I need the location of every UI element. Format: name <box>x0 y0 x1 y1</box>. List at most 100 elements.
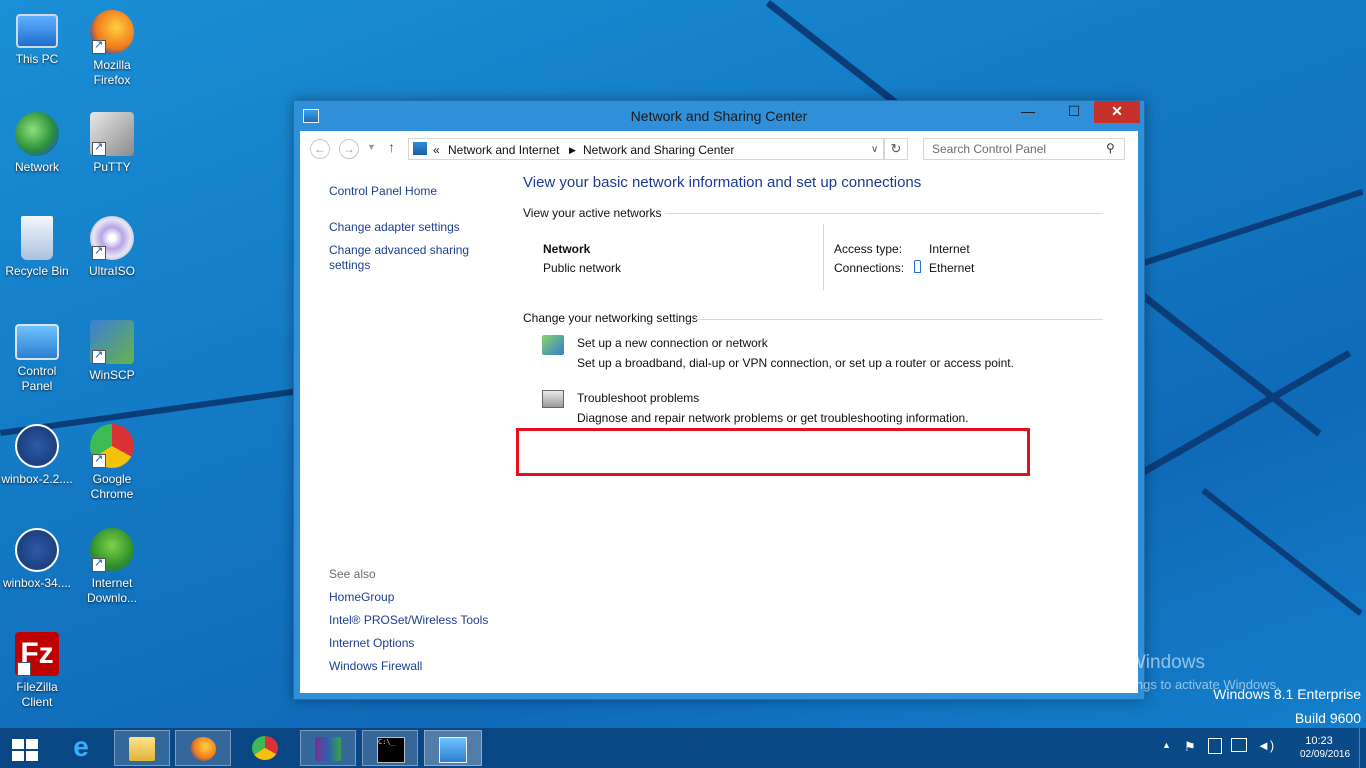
desktop-icon-chrome[interactable]: Google Chrome <box>76 424 148 502</box>
network-globe-icon <box>15 112 59 156</box>
new-connection-icon <box>542 335 564 355</box>
ethernet-link[interactable]: Ethernet <box>929 261 974 275</box>
shortcut-arrow-icon <box>92 452 106 468</box>
desktop-icon-internet-download-manager[interactable]: Internet Downlo... <box>76 528 148 606</box>
desktop-icon-winbox-2[interactable]: winbox-34.... <box>1 528 73 591</box>
window-titlebar[interactable]: Network and Sharing Center — ☐ ✕ <box>294 101 1144 131</box>
troubleshoot-problems-link[interactable]: Troubleshoot problems <box>577 391 699 405</box>
network-category: Public network <box>543 261 622 275</box>
minimize-button[interactable]: — <box>1014 101 1042 123</box>
desktop-icon-filezilla[interactable]: Fz FileZilla Client <box>1 632 73 710</box>
desktop-icon-label: winbox-34.... <box>2 576 72 590</box>
windows-logo-icon <box>12 739 38 761</box>
start-button[interactable] <box>0 730 50 766</box>
chrome-icon <box>252 736 278 760</box>
action-center-flag-icon[interactable]: ⚑ <box>1184 739 1196 755</box>
setup-new-connection-description: Set up a broadband, dial-up or VPN conne… <box>577 356 1014 370</box>
desktop-icon-label: Google Chrome <box>90 472 134 501</box>
volume-icon[interactable]: ◄) <box>1257 738 1274 753</box>
search-input[interactable] <box>923 138 1125 160</box>
troubleshoot-icon <box>542 390 564 408</box>
control-panel-icon <box>413 142 427 155</box>
network-sharing-window[interactable]: Network and Sharing Center — ☐ ✕ ← → ▼ ↑… <box>293 100 1145 700</box>
taskbar-winrar[interactable] <box>300 730 356 766</box>
command-prompt-icon: C:\_ <box>377 737 405 763</box>
homegroup-link[interactable]: HomeGroup <box>329 590 394 604</box>
taskbar-command-prompt[interactable]: C:\_ <box>362 730 418 766</box>
desktop-icon-firefox[interactable]: Mozilla Firefox <box>76 10 148 88</box>
internet-explorer-icon: e <box>73 731 89 762</box>
address-dropdown-chevron-icon[interactable]: ∨ <box>871 144 878 155</box>
desktop-icon-label: UltraISO <box>88 264 135 278</box>
taskbar-firefox[interactable] <box>175 730 231 766</box>
wallpaper-line <box>1143 188 1364 266</box>
show-desktop-button[interactable] <box>1359 728 1366 768</box>
desktop-icon-putty[interactable]: PuTTY <box>76 112 148 175</box>
internet-options-link[interactable]: Internet Options <box>329 636 414 650</box>
network-tray-icon[interactable] <box>1231 738 1247 752</box>
close-button[interactable]: ✕ <box>1094 101 1140 123</box>
taskbar-file-explorer[interactable] <box>114 730 170 766</box>
disc-icon <box>90 216 134 260</box>
taskbar-internet-explorer[interactable]: e <box>54 730 110 766</box>
taskbar-chrome[interactable] <box>238 730 294 766</box>
desktop-icon-label: Recycle Bin <box>5 264 69 278</box>
windows-build: Build 9600 <box>1294 710 1361 726</box>
back-button[interactable]: ← <box>310 139 330 159</box>
section-divider <box>665 213 1103 214</box>
control-panel-home-link[interactable]: Control Panel Home <box>329 184 437 198</box>
filezilla-icon: Fz <box>15 632 59 704</box>
forward-button[interactable]: → <box>339 139 359 159</box>
putty-icon <box>90 112 134 156</box>
ethernet-icon <box>914 260 921 273</box>
network-name: Network <box>543 242 591 256</box>
change-settings-heading: Change your networking settings <box>523 311 698 325</box>
desktop-icon-label: Internet Downlo... <box>86 576 138 605</box>
breadcrumb-separator-icon[interactable]: ▶ <box>569 145 576 156</box>
setup-new-connection-link[interactable]: Set up a new connection or network <box>577 336 768 350</box>
winscp-icon <box>90 320 134 364</box>
desktop-icon-this-pc[interactable]: This PC <box>1 10 73 67</box>
change-advanced-sharing-link-line2[interactable]: settings <box>329 258 370 272</box>
window-content: ← → ▼ ↑ « Network and Internet ▶ Network… <box>300 131 1138 693</box>
show-hidden-icons-chevron-icon[interactable]: ▲ <box>1162 740 1171 750</box>
search-icon[interactable]: ⚲ <box>1106 141 1115 155</box>
intel-proset-link[interactable]: Intel® PROSet/Wireless Tools <box>329 613 488 627</box>
change-advanced-sharing-link[interactable]: Change advanced sharing <box>329 243 469 257</box>
desktop-icon-recycle-bin[interactable]: Recycle Bin <box>1 216 73 279</box>
shortcut-arrow-icon <box>92 140 106 156</box>
desktop-icon-label: Network <box>14 160 59 174</box>
address-bar[interactable]: « Network and Internet ▶ Network and Sha… <box>408 138 884 160</box>
up-arrow-icon[interactable]: ↑ <box>388 139 395 155</box>
section-divider <box>693 319 1103 320</box>
desktop-icon-control-panel[interactable]: Control Panel <box>1 320 73 394</box>
firefox-icon <box>190 737 216 761</box>
desktop-icon-network[interactable]: Network <box>1 112 73 175</box>
connections-label: Connections: <box>834 261 905 275</box>
breadcrumb-network-sharing[interactable]: Network and Sharing Center <box>583 143 734 157</box>
change-adapter-settings-link[interactable]: Change adapter settings <box>329 220 460 234</box>
breadcrumb-network-internet[interactable]: Network and Internet <box>448 143 559 157</box>
taskbar-control-panel[interactable] <box>424 730 482 766</box>
clock[interactable]: 10:23 02/09/2016 <box>1300 734 1350 762</box>
access-type-value: Internet <box>929 242 970 256</box>
winbox-icon <box>15 528 59 572</box>
desktop-icon-winscp[interactable]: WinSCP <box>76 320 148 383</box>
shortcut-arrow-icon <box>92 348 106 364</box>
page-title: View your basic network information and … <box>523 174 922 191</box>
windows-firewall-link[interactable]: Windows Firewall <box>329 659 422 673</box>
refresh-button[interactable]: ↻ <box>884 138 908 160</box>
clock-time: 10:23 <box>1305 735 1333 747</box>
desktop-icon-winbox-1[interactable]: winbox-2.2.... <box>1 424 73 487</box>
firefox-icon <box>90 10 134 54</box>
battery-icon[interactable] <box>1208 738 1222 754</box>
see-also-label: See also <box>329 567 376 581</box>
wallpaper-line <box>1201 488 1363 616</box>
breadcrumb-overflow[interactable]: « <box>433 143 440 157</box>
shortcut-arrow-icon <box>92 38 106 54</box>
highlight-box <box>516 428 1030 476</box>
shortcut-arrow-icon <box>92 244 106 260</box>
desktop-icon-ultraiso[interactable]: UltraISO <box>76 216 148 279</box>
recent-locations-chevron-icon[interactable]: ▼ <box>367 142 376 152</box>
maximize-button[interactable]: ☐ <box>1060 101 1088 123</box>
